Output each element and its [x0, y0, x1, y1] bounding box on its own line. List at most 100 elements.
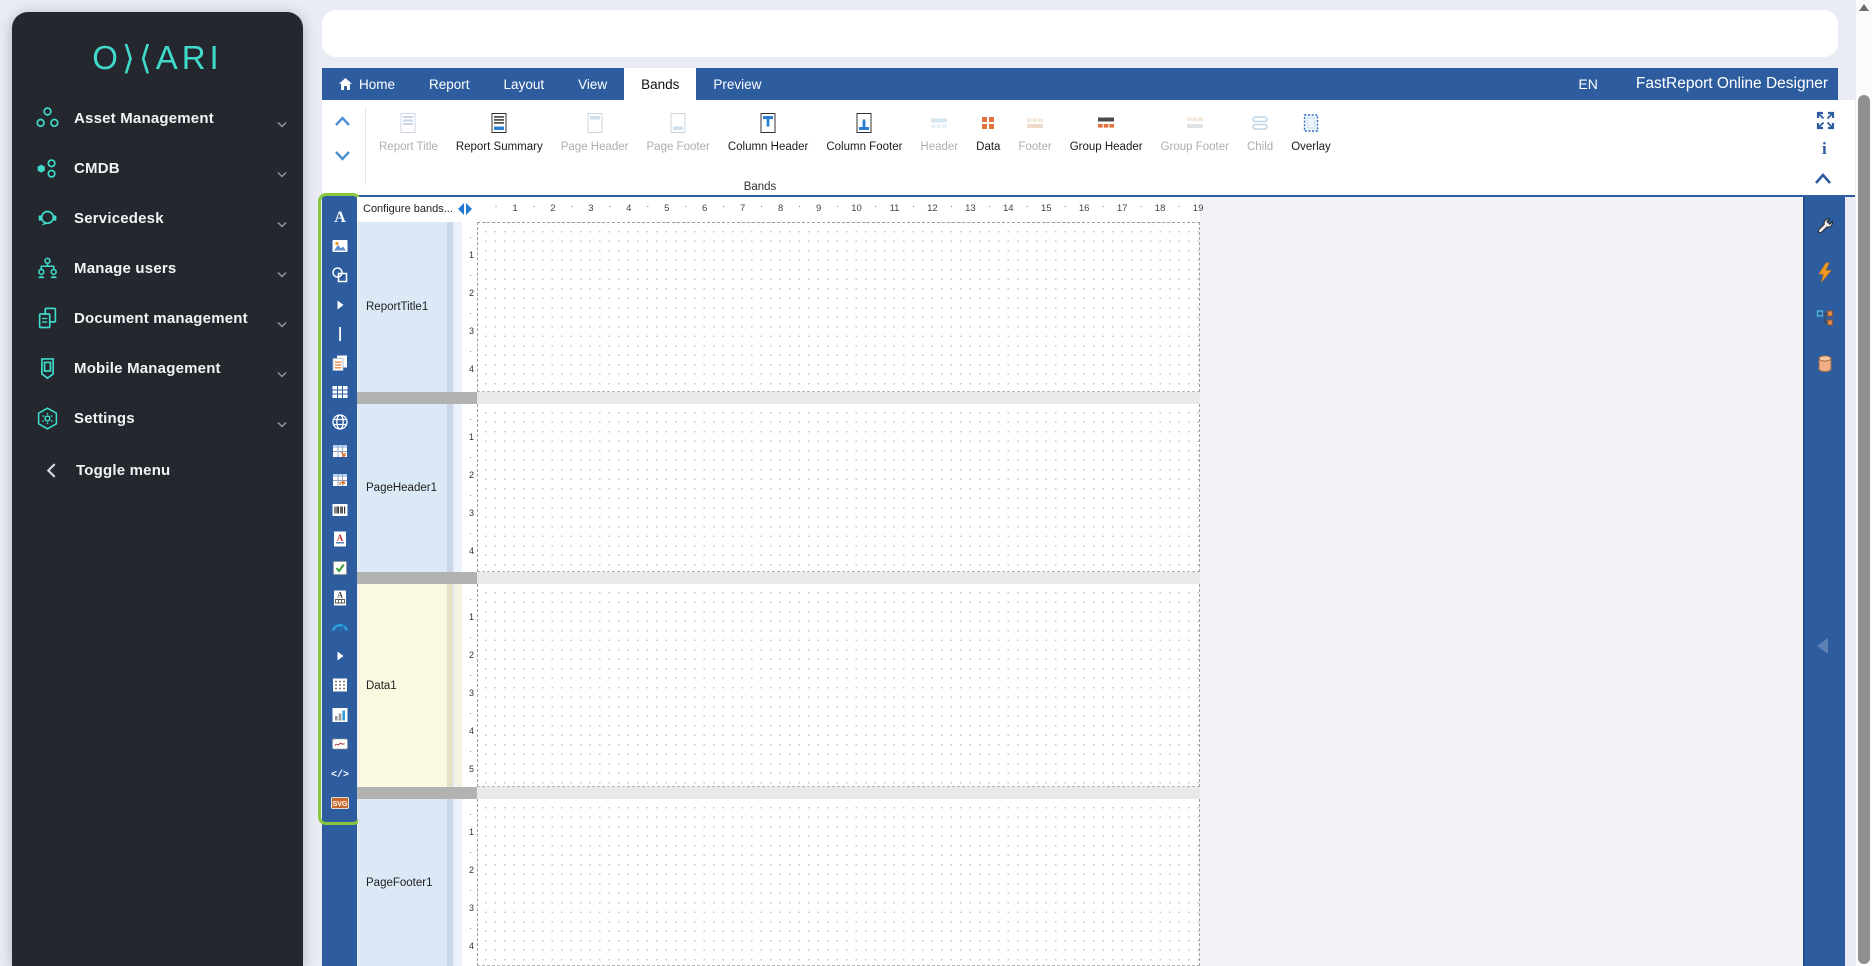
- band-strip: [455, 404, 462, 572]
- svg-text:A: A: [337, 590, 343, 599]
- group-header-band-button[interactable]: Group Header: [1061, 104, 1152, 153]
- vertical-ruler: ·1·2·3·4: [462, 404, 477, 572]
- group-footer-band-button[interactable]: Group Footer: [1152, 104, 1238, 153]
- band-resize-handle[interactable]: [357, 392, 1200, 404]
- chevron-down-icon: [277, 365, 287, 383]
- band-name: Data1: [358, 680, 397, 692]
- sidebar-item-manage-users[interactable]: Manage users: [12, 243, 303, 293]
- overlay-band-button[interactable]: Overlay: [1282, 104, 1340, 153]
- right-tool-panel: [1803, 197, 1845, 966]
- vertical-scrollbar[interactable]: [1855, 0, 1872, 966]
- text-tool[interactable]: A: [322, 202, 357, 231]
- tab-layout[interactable]: Layout: [487, 68, 562, 100]
- scrollbar-thumb[interactable]: [1858, 95, 1870, 964]
- matrix-tool[interactable]: [322, 436, 357, 465]
- header-band-button[interactable]: Header: [911, 104, 967, 153]
- sidebar-item-mobile-management[interactable]: Mobile Management: [12, 343, 303, 393]
- shapes-flyout-tool[interactable]: [322, 290, 357, 319]
- shapes-tool[interactable]: [322, 261, 357, 290]
- ribbon-button-label: Group Header: [1070, 141, 1143, 153]
- chart-tool[interactable]: [322, 700, 357, 729]
- sidebar: O⟩⟨ARI Asset Management CMDB Servicedesk…: [12, 12, 303, 966]
- gauge-flyout-tool[interactable]: [322, 641, 357, 670]
- band-header[interactable]: PageHeader1: [358, 404, 447, 572]
- signature-tool[interactable]: [322, 729, 357, 758]
- design-surface: Configure bands... ·1·2·3·4·5·6·7·8·9·10…: [357, 197, 1803, 966]
- tab-label: View: [578, 77, 607, 92]
- page-footer-band-button[interactable]: Page Footer: [638, 104, 719, 153]
- tab-report[interactable]: Report: [412, 68, 487, 100]
- database-icon[interactable]: [1805, 341, 1845, 387]
- tab-label: Layout: [504, 77, 545, 92]
- band-row-data1: Data1 ·1·2·3·4·5: [357, 584, 1200, 787]
- subreport-tool[interactable]: [322, 348, 357, 377]
- band-canvas[interactable]: [477, 584, 1200, 787]
- panel-collapse-up-icon[interactable]: [1813, 172, 1833, 190]
- rich-text-tool[interactable]: A: [322, 524, 357, 553]
- dot-matrix-tool[interactable]: [322, 671, 357, 700]
- structure-icon[interactable]: [1805, 295, 1845, 341]
- footer-band-button[interactable]: Footer: [1009, 104, 1060, 153]
- scroll-up-arrow[interactable]: [1859, 4, 1869, 11]
- band-name: PageFooter1: [358, 877, 433, 889]
- sidebar-item-label: Settings: [74, 410, 135, 427]
- designer-title: FastReport Online Designer: [1636, 75, 1828, 93]
- report-title-band-button[interactable]: Report Title: [370, 104, 447, 153]
- page-header-icon: [561, 108, 629, 138]
- fullscreen-icon[interactable]: [1815, 110, 1836, 136]
- ribbon-button-label: Report Title: [379, 141, 438, 153]
- lightning-icon[interactable]: [1805, 249, 1845, 295]
- band-resize-handle[interactable]: [357, 787, 1200, 799]
- line-tool[interactable]: [322, 319, 357, 348]
- table-tool[interactable]: [322, 378, 357, 407]
- band-strip: [447, 222, 453, 392]
- map-tool[interactable]: [322, 407, 357, 436]
- crossview-tool[interactable]: [322, 466, 357, 495]
- tab-view[interactable]: View: [561, 68, 624, 100]
- barcode-tool[interactable]: [322, 495, 357, 524]
- report-summary-band-button[interactable]: Report Summary: [447, 104, 552, 153]
- language-selector[interactable]: EN: [1578, 76, 1597, 92]
- band-strip: [455, 799, 462, 966]
- toggle-menu-button[interactable]: Toggle menu: [12, 445, 303, 495]
- child-band-button[interactable]: Child: [1238, 104, 1282, 153]
- band-header[interactable]: PageFooter1: [358, 799, 447, 966]
- ribbon-scroll-up-icon[interactable]: [334, 114, 351, 132]
- picture-tool[interactable]: [322, 231, 357, 260]
- band-header[interactable]: ReportTitle1: [358, 222, 447, 392]
- band-canvas[interactable]: [477, 222, 1200, 392]
- group-footer-icon: [1161, 108, 1229, 138]
- sidebar-item-servicedesk[interactable]: Servicedesk: [12, 193, 303, 243]
- configure-bands-button[interactable]: Configure bands...: [363, 203, 453, 215]
- cellular-text-tool[interactable]: A: [322, 583, 357, 612]
- data-band-button[interactable]: Data: [967, 104, 1009, 153]
- sidebar-item-settings[interactable]: Settings: [12, 393, 303, 443]
- page-header-band-button[interactable]: Page Header: [552, 104, 638, 153]
- info-icon[interactable]: i: [1822, 139, 1827, 159]
- tab-bands[interactable]: Bands: [624, 68, 696, 100]
- tab-home[interactable]: Home: [322, 68, 412, 100]
- wrench-icon[interactable]: [1805, 203, 1845, 249]
- sidebar-item-document-management[interactable]: Document management: [12, 293, 303, 343]
- svg-tool[interactable]: SVG: [322, 788, 357, 817]
- splitter-arrows-icon[interactable]: [457, 202, 473, 221]
- sidebar-item-asset-management[interactable]: Asset Management: [12, 93, 303, 143]
- html-tool[interactable]: </>: [322, 759, 357, 788]
- column-footer-band-button[interactable]: Column Footer: [817, 104, 911, 153]
- ribbon-button-label: Column Header: [728, 141, 809, 153]
- ribbon-scroll-down-icon[interactable]: [334, 148, 351, 166]
- tab-preview[interactable]: Preview: [696, 68, 778, 100]
- group-header-icon: [1070, 108, 1143, 138]
- checkbox-tool[interactable]: [322, 554, 357, 583]
- band-resize-handle[interactable]: [357, 572, 1200, 584]
- band-header[interactable]: Data1: [358, 584, 447, 787]
- band-canvas[interactable]: [477, 799, 1200, 966]
- band-strip: [447, 584, 453, 787]
- chevron-left-icon: [36, 455, 66, 485]
- panel-collapse-left-icon[interactable]: [1814, 635, 1830, 662]
- band-canvas[interactable]: [477, 404, 1200, 572]
- gauge-tool[interactable]: [322, 612, 357, 641]
- report-title-icon: [379, 108, 438, 138]
- column-header-band-button[interactable]: Column Header: [719, 104, 818, 153]
- sidebar-item-cmdb[interactable]: CMDB: [12, 143, 303, 193]
